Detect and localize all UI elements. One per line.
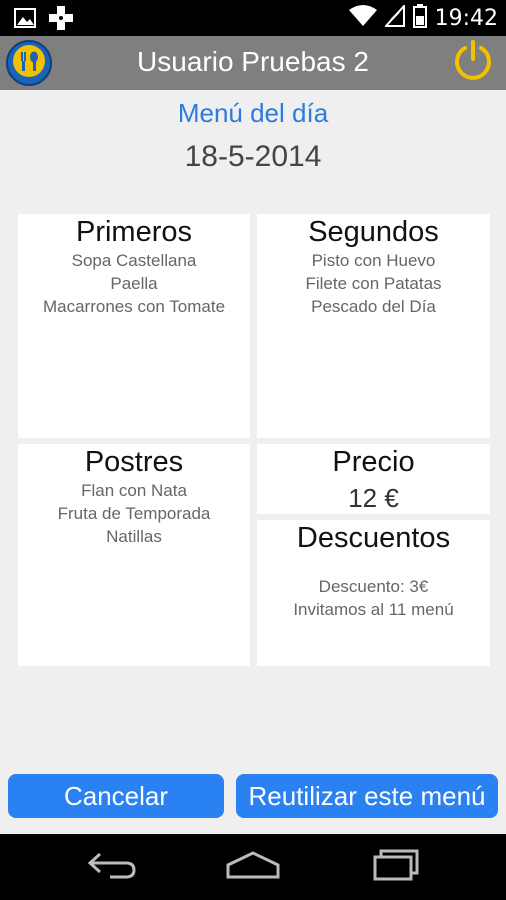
recents-icon [371,849,421,886]
list-item: Descuento: 3€ [318,577,429,596]
back-button[interactable] [82,848,142,886]
image-icon [14,8,36,33]
card-title-descuentos: Descuentos [296,522,451,554]
clock: 19:42 [434,6,498,31]
wifi-icon [348,5,377,32]
card-descuentos: Descuentos Descuento: 3€ Invitamos al 11… [257,520,490,666]
card-title-postres: Postres [84,446,184,478]
list-item: Natillas [106,527,162,546]
cancel-button[interactable]: Cancelar [8,774,224,818]
list-item: Invitamos al 11 menú [293,600,454,619]
signal-icon [383,3,405,32]
gamepad-icon [48,6,74,35]
card-precio: Precio 12 € [257,444,490,514]
list-item: Sopa Castellana [71,251,197,270]
back-icon [86,850,138,885]
list-item: Filete con Patatas [305,274,442,293]
list-item: Paella [110,274,158,293]
primeros-list: Sopa Castellana Paella Macarrones con To… [18,249,250,318]
list-item: Macarrones con Tomate [42,297,226,316]
list-item: Flan con Nata [81,481,187,500]
list-item: Pisto con Huevo [311,251,436,270]
status-bar: 19:42 [0,0,506,36]
segundos-list: Pisto con Huevo Filete con Patatas Pesca… [257,249,490,318]
list-item: Pescado del Día [311,297,436,316]
price-value: 12 € [348,483,399,513]
card-primeros: Primeros Sopa Castellana Paella Macarron… [18,214,250,438]
card-title-primeros: Primeros [75,216,192,248]
recents-button[interactable] [366,848,426,886]
card-postres: Postres Flan con Nata Fruta de Temporada… [18,444,250,666]
menu-date: 18-5-2014 [184,140,322,173]
battery-icon [412,4,427,33]
power-button[interactable] [450,39,496,88]
action-bar: Usuario Pruebas 2 [0,36,506,90]
navigation-bar [0,834,506,900]
postres-list: Flan con Nata Fruta de Temporada Natilla… [18,479,250,548]
power-icon [451,39,495,88]
reuse-menu-button[interactable]: Reutilizar este menú [236,774,498,818]
descuentos-list: Descuento: 3€ Invitamos al 11 menú [257,575,490,621]
card-title-precio: Precio [332,446,415,478]
card-title-segundos: Segundos [308,216,439,248]
home-button[interactable] [223,848,283,886]
app-title: Usuario Pruebas 2 [137,46,369,77]
home-icon [224,850,282,885]
list-item: Fruta de Temporada [57,504,211,523]
menu-title: Menú del día [177,98,329,128]
card-segundos: Segundos Pisto con Huevo Filete con Pata… [257,214,490,438]
